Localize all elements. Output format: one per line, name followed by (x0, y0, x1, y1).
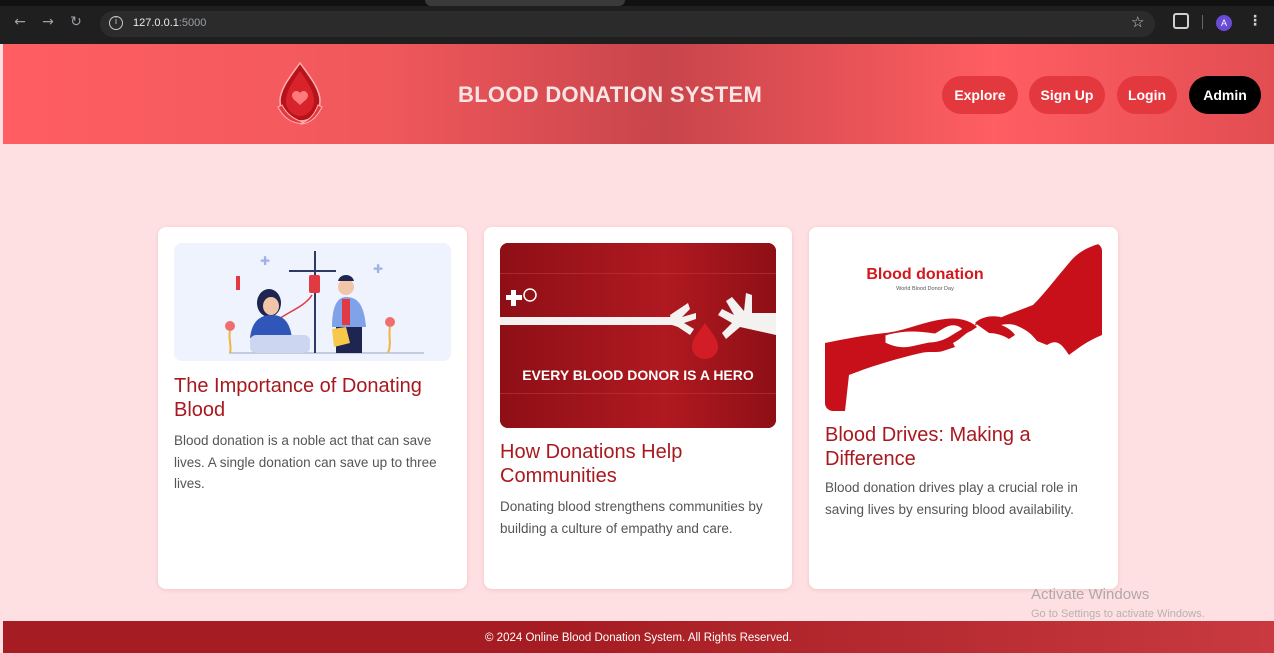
card-text: Blood donation is a noble act that can s… (174, 433, 437, 491)
hero-banner-text: EVERY BLOOD DONOR IS A HERO (522, 367, 754, 383)
image-subheading: World Blood Donor Day (896, 286, 954, 292)
card-title[interactable]: The Importance of Donating Blood (174, 374, 464, 422)
activation-watermark-title: Activate Windows (1031, 586, 1150, 603)
browser-tab[interactable] (425, 0, 625, 6)
address-bar[interactable]: i 127.0.0.1:5000 (100, 11, 1155, 37)
card-title[interactable]: How Donations Help Communities (500, 440, 790, 488)
browser-menu-icon[interactable]: ⋮ (1248, 13, 1262, 29)
profile-avatar[interactable]: A (1216, 15, 1232, 31)
blood-donor-hero-image: EVERY BLOOD DONOR IS A HERO (500, 243, 776, 428)
forward-icon[interactable]: → (40, 14, 56, 30)
back-icon[interactable]: ← (12, 14, 28, 30)
site-info-icon[interactable]: i (109, 16, 123, 30)
blood-drop-logo[interactable] (276, 61, 324, 127)
nav-signup-button[interactable]: Sign Up (1029, 76, 1105, 114)
image-heading: Blood donation (866, 266, 983, 283)
url-text: 127.0.0.1:5000 (133, 17, 207, 29)
site-footer: © 2024 Online Blood Donation System. All… (3, 621, 1274, 653)
svg-text:✚: ✚ (373, 262, 383, 276)
article-card[interactable]: Blood donation World Blood Donor Day Blo… (809, 227, 1118, 589)
reload-icon[interactable]: ↻ (68, 14, 84, 30)
card-text: Blood donation drives play a crucial rol… (825, 480, 1078, 517)
extensions-icon[interactable] (1173, 13, 1189, 29)
nav-login-button[interactable]: Login (1117, 76, 1177, 114)
card-text: Donating blood strengthens communities b… (500, 499, 763, 536)
site-title: BLOOD DONATION SYSTEM (458, 82, 763, 107)
bookmark-star-icon[interactable]: ☆ (1131, 14, 1144, 30)
donation-illustration-image: ✚ ✚ (174, 243, 451, 361)
article-card[interactable]: ✚ ✚ The Importance of Donating Blood Blo… (158, 227, 467, 589)
svg-text:✚: ✚ (260, 254, 270, 268)
nav-explore-button[interactable]: Explore (942, 76, 1018, 114)
nav-admin-button[interactable]: Admin (1189, 76, 1261, 114)
tab-strip (0, 0, 1274, 6)
site-header: BLOOD DONATION SYSTEM Explore Sign Up Lo… (3, 44, 1274, 144)
card-title[interactable]: Blood Drives: Making a Difference (825, 423, 1115, 471)
world-blood-donor-day-image: Blood donation World Blood Donor Day (825, 243, 1102, 411)
article-card[interactable]: EVERY BLOOD DONOR IS A HERO How Donation… (484, 227, 792, 589)
toolbar-divider (1202, 15, 1203, 29)
activation-watermark-subtitle: Go to Settings to activate Windows. (1031, 608, 1205, 620)
browser-toolbar: ← → ↻ i 127.0.0.1:5000 ☆ A ⋮ (0, 0, 1274, 44)
footer-copyright: © 2024 Online Blood Donation System. All… (485, 632, 792, 644)
